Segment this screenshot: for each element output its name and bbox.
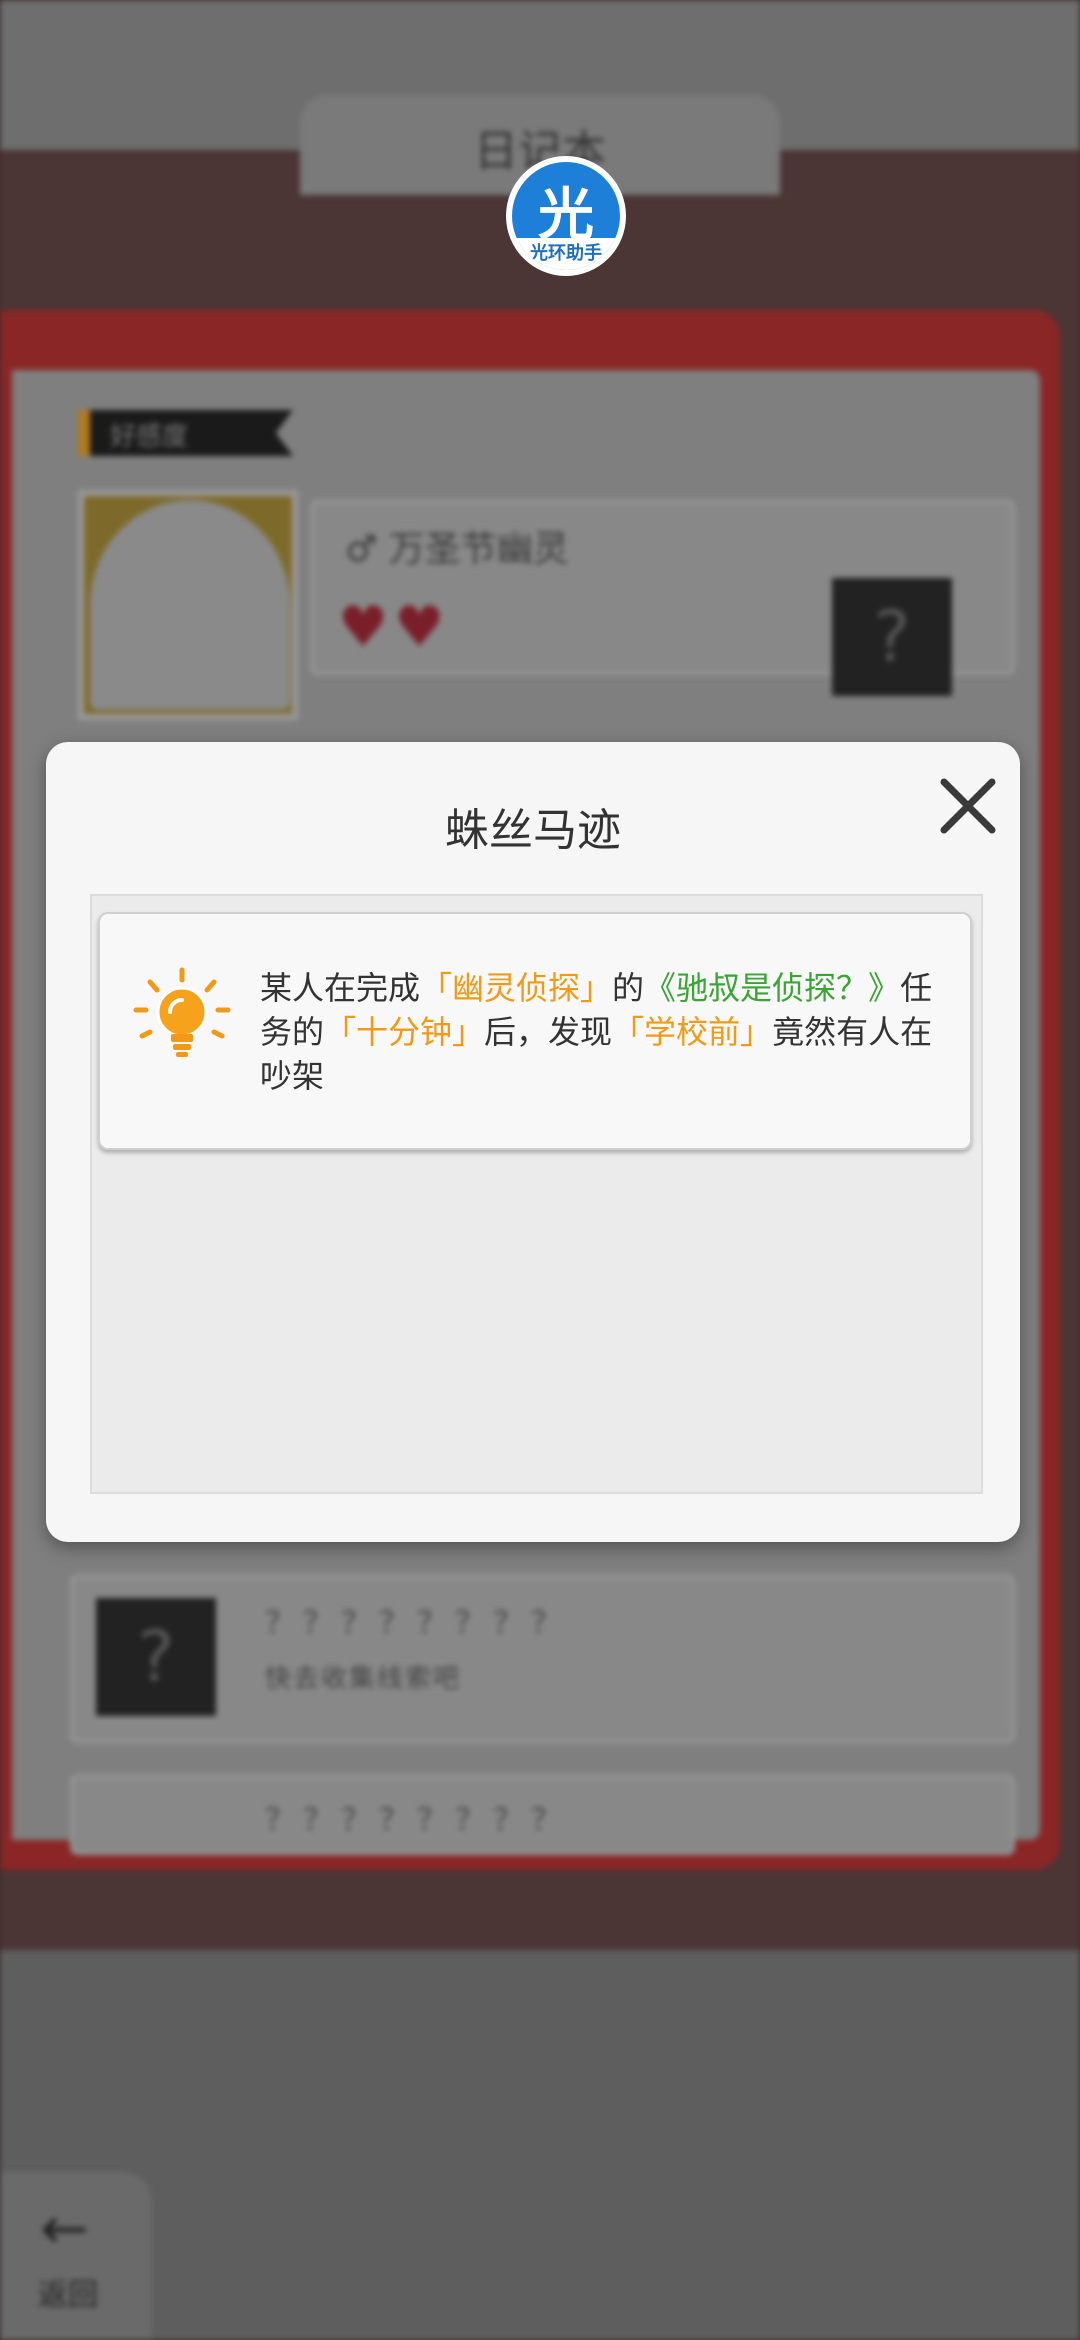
clue-segment: 后，发现: [484, 1013, 613, 1051]
clue-segment: 的: [612, 969, 645, 1007]
clue-segment: 某人在完成: [260, 969, 421, 1007]
close-icon: [940, 778, 996, 834]
clue-highlight-time: 「十分钟」: [324, 1013, 485, 1051]
affection-hearts: ♥♥♡♡: [338, 595, 563, 660]
ghost-name: ♂ 万圣节幽灵: [345, 529, 569, 570]
affection-ribbon: 好感度: [78, 410, 293, 456]
back-button[interactable]: ← 返回: [0, 2172, 152, 2340]
heart-empty-icon: ♡: [450, 595, 507, 660]
clue-highlight-location: 「学校前」: [612, 1013, 773, 1051]
dialog-title: 蛛丝马迹: [445, 805, 621, 856]
app-watermark-badge: 光 光环助手: [506, 156, 626, 276]
back-arrow-icon: ←: [40, 2194, 89, 2262]
bottom-area: [0, 1950, 1080, 2340]
heart-empty-icon: ♡: [506, 595, 563, 660]
mystery-card-title: ？？？？？？？？: [265, 1803, 569, 1838]
clue-text: 某人在完成「幽灵侦探」的《驰叔是侦探？》任务的「十分钟」后，发现「学校前」竟然有…: [260, 966, 950, 1098]
back-label: 返回: [38, 2278, 98, 2313]
watermark-text: 光环助手: [512, 238, 620, 270]
unknown-item-icon: ?: [832, 578, 952, 696]
clue-card: 某人在完成「幽灵侦探」的《驰叔是侦探？》任务的「十分钟」后，发现「学校前」竟然有…: [98, 912, 972, 1150]
unknown-portrait-icon: ?: [96, 1598, 216, 1716]
clue-highlight-ghost-name: 「幽灵侦探」: [420, 969, 613, 1007]
ghost-portrait: [90, 500, 290, 710]
affection-ribbon-label: 好感度: [110, 422, 189, 452]
heart-icon: ♥: [338, 595, 395, 660]
close-button[interactable]: [930, 768, 1006, 844]
mystery-card-subtitle: 快去收集线索吧: [265, 1664, 462, 1694]
lightbulb-icon: [133, 967, 231, 1057]
heart-icon: ♥: [394, 595, 451, 660]
watermark-logo: 光 光环助手: [512, 162, 620, 270]
mystery-card-title: ？？？？？？？？: [265, 1606, 569, 1641]
clue-highlight-quest-name: 《驰叔是侦探？》: [644, 969, 901, 1007]
